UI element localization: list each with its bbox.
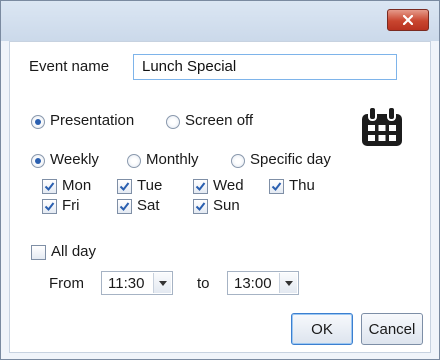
radio-screen-off[interactable] (166, 115, 180, 129)
checkbox-tue[interactable] (117, 179, 132, 194)
close-button[interactable] (387, 9, 429, 31)
radio-presentation-label[interactable]: Presentation (50, 112, 134, 129)
from-time-value: 11:30 (108, 275, 145, 292)
from-label: From (49, 275, 84, 292)
to-label: to (197, 275, 210, 292)
checkbox-thu[interactable] (269, 179, 284, 194)
event-name-field[interactable]: Lunch Special (133, 54, 397, 80)
checkbox-sat-label[interactable]: Sat (137, 197, 160, 214)
cancel-button[interactable]: Cancel (361, 313, 423, 345)
radio-specific-day-label[interactable]: Specific day (250, 151, 331, 168)
checkmark-icon (44, 182, 55, 192)
checkmark-icon (119, 202, 130, 212)
to-time-value: 13:00 (234, 275, 272, 292)
event-name-label: Event name (29, 58, 110, 75)
checkbox-mon[interactable] (42, 179, 57, 194)
checkbox-mon-label[interactable]: Mon (62, 177, 91, 194)
to-time-select[interactable]: 13:00 (227, 271, 299, 295)
checkmark-icon (195, 182, 206, 192)
radio-screen-off-label[interactable]: Screen off (185, 112, 253, 129)
from-time-select[interactable]: 11:30 (101, 271, 173, 295)
checkbox-wed[interactable] (193, 179, 208, 194)
calendar-icon (360, 106, 404, 152)
checkbox-wed-label[interactable]: Wed (213, 177, 244, 194)
checkmark-icon (44, 202, 55, 212)
cancel-button-label: Cancel (368, 320, 416, 338)
checkbox-thu-label[interactable]: Thu (289, 177, 315, 194)
radio-monthly[interactable] (127, 154, 141, 168)
ok-button-label: OK (311, 320, 333, 338)
checkbox-sat[interactable] (117, 199, 132, 214)
chevron-down-icon[interactable] (153, 273, 171, 293)
radio-weekly-label[interactable]: Weekly (50, 151, 99, 168)
checkbox-sun[interactable] (193, 199, 208, 214)
radio-monthly-label[interactable]: Monthly (146, 151, 199, 168)
radio-weekly[interactable] (31, 154, 45, 168)
checkbox-fri[interactable] (42, 199, 57, 214)
chevron-down-icon[interactable] (279, 273, 297, 293)
ok-button[interactable]: OK (291, 313, 353, 345)
radio-specific-day[interactable] (231, 154, 245, 168)
title-bar (1, 1, 439, 41)
checkbox-all-day[interactable] (31, 245, 46, 260)
checkmark-icon (271, 182, 282, 192)
checkbox-fri-label[interactable]: Fri (62, 197, 80, 214)
checkmark-icon (119, 182, 130, 192)
schedule-event-dialog: Event name Lunch Special Presentation Sc… (0, 0, 440, 360)
checkbox-sun-label[interactable]: Sun (213, 197, 240, 214)
radio-presentation[interactable] (31, 115, 45, 129)
close-icon (402, 12, 414, 29)
checkmark-icon (195, 202, 206, 212)
checkbox-tue-label[interactable]: Tue (137, 177, 162, 194)
dialog-body: Event name Lunch Special Presentation Sc… (9, 41, 431, 353)
checkbox-all-day-label[interactable]: All day (51, 243, 96, 260)
